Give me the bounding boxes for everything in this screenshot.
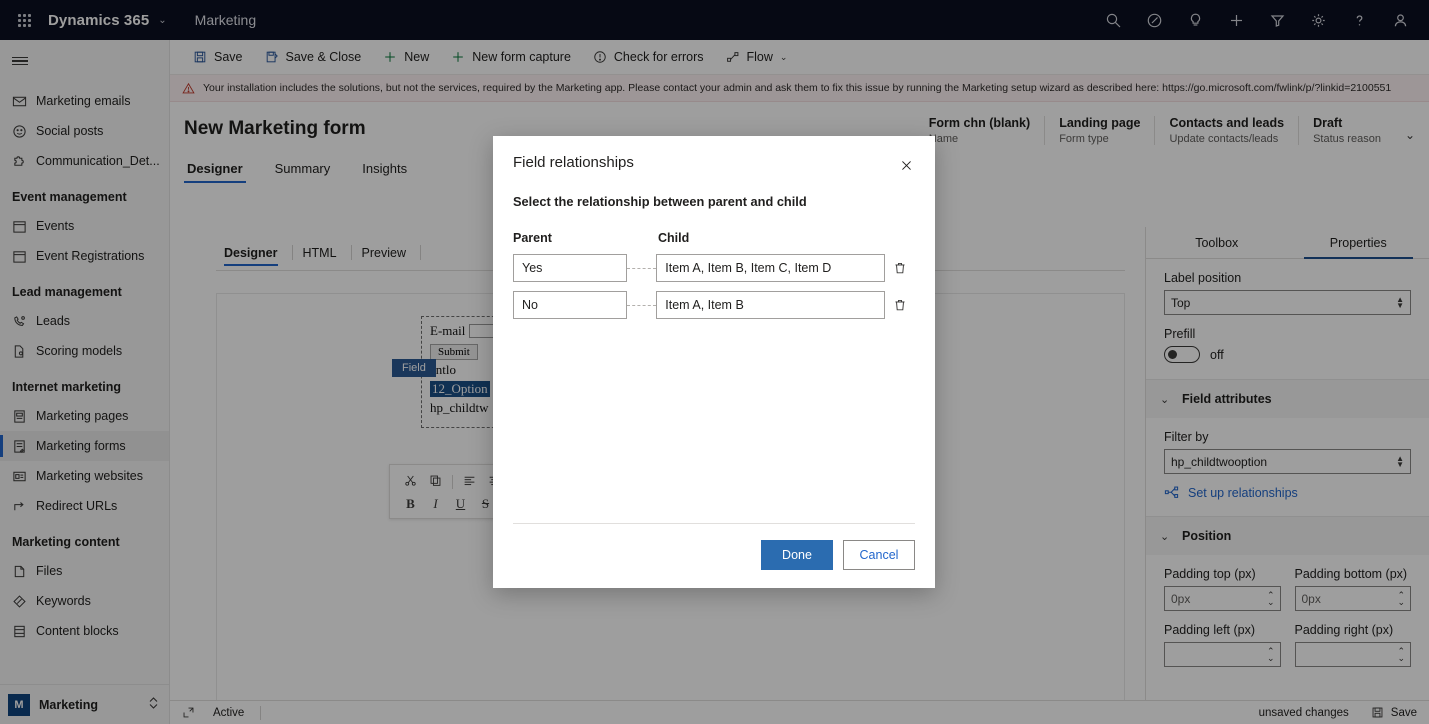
child-value: Item A, Item B (665, 298, 744, 312)
parent-input[interactable]: Yes (513, 254, 627, 282)
relationship-row: Yes Item A, Item B, Item C, Item D (513, 254, 915, 282)
parent-value: No (522, 298, 538, 312)
app-root: Dynamics 365 ⌄ Marketing Marketing email… (0, 0, 1429, 724)
parent-value: Yes (522, 261, 543, 275)
child-input[interactable]: Item A, Item B, Item C, Item D (656, 254, 886, 282)
dialog-title: Field relationships (513, 154, 634, 171)
done-button[interactable]: Done (761, 540, 833, 570)
column-header-parent: Parent (513, 231, 552, 245)
trash-icon[interactable] (885, 298, 915, 312)
column-header-child: Child (658, 231, 690, 245)
relationship-column-headers: Parent Child (513, 231, 915, 245)
relationship-row: No Item A, Item B (513, 291, 915, 319)
parent-input[interactable]: No (513, 291, 627, 319)
dialog-header: Field relationships (493, 136, 935, 176)
child-value: Item A, Item B, Item C, Item D (665, 261, 832, 275)
trash-icon[interactable] (885, 261, 915, 275)
dialog-footer: Done Cancel (493, 524, 935, 588)
dialog-body: Parent Child Yes Item A, Item B, Item C,… (493, 209, 935, 523)
dialog-subtitle: Select the relationship between parent a… (513, 194, 807, 209)
child-input[interactable]: Item A, Item B (656, 291, 886, 319)
close-icon[interactable] (895, 154, 917, 176)
relationship-connector (626, 304, 657, 306)
relationship-connector (626, 267, 657, 269)
cancel-button[interactable]: Cancel (843, 540, 915, 570)
field-relationships-dialog: Field relationships Select the relations… (493, 136, 935, 588)
